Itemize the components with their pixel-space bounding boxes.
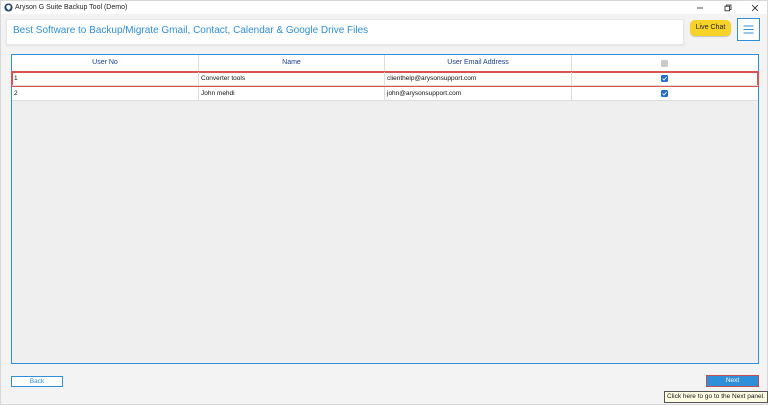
cell-user-no: 1 [12,72,199,86]
cell-user-no: 2 [12,87,199,101]
column-header-select-all[interactable] [572,55,758,71]
minimize-button[interactable] [686,1,714,14]
next-button[interactable]: Next [706,375,759,387]
select-all-checkbox[interactable] [661,60,668,67]
cell-email: clienthelp@arysonsupport.com [385,72,572,86]
window-title: Aryson G Suite Backup Tool (Demo) [15,4,128,11]
table-row[interactable]: 1 Converter tools clienthelp@arysonsuppo… [11,71,759,87]
column-header-user-no[interactable]: User No [12,55,199,71]
table-row[interactable]: 2 John mehdi john@arysonsupport.com [12,87,758,101]
live-chat-button[interactable]: Live Chat [690,20,731,36]
restore-icon [724,4,732,11]
checkmark-icon [662,91,667,96]
row-checkbox[interactable] [661,90,668,97]
users-table: User No Name User Email Address 1 Conver… [11,54,759,364]
minimize-icon [697,7,703,8]
cell-name: Converter tools [199,72,385,86]
row-checkbox[interactable] [661,75,668,82]
app-window: Aryson G Suite Backup Tool (Demo) Best S… [0,0,768,405]
cell-email: john@arysonsupport.com [385,87,572,101]
next-tooltip: Click here to go to the Next panel. [664,391,768,403]
cell-name: John mehdi [199,87,385,101]
cell-checkbox [572,87,758,101]
restore-button[interactable] [714,1,742,14]
menu-button[interactable] [737,18,760,41]
cell-checkbox [572,72,758,86]
checkmark-icon [662,76,667,81]
table-header: User No Name User Email Address [12,55,758,72]
column-header-email[interactable]: User Email Address [385,55,572,71]
title-bar: Aryson G Suite Backup Tool (Demo) [1,1,767,14]
column-header-name[interactable]: Name [199,55,385,71]
page-title: Best Software to Backup/Migrate Gmail, C… [13,25,369,36]
header-banner: Best Software to Backup/Migrate Gmail, C… [6,19,684,45]
hamburger-icon [743,25,754,34]
back-button[interactable]: Back [11,376,63,387]
close-icon [751,4,759,11]
app-shield-icon [4,3,13,12]
close-button[interactable] [741,1,768,14]
